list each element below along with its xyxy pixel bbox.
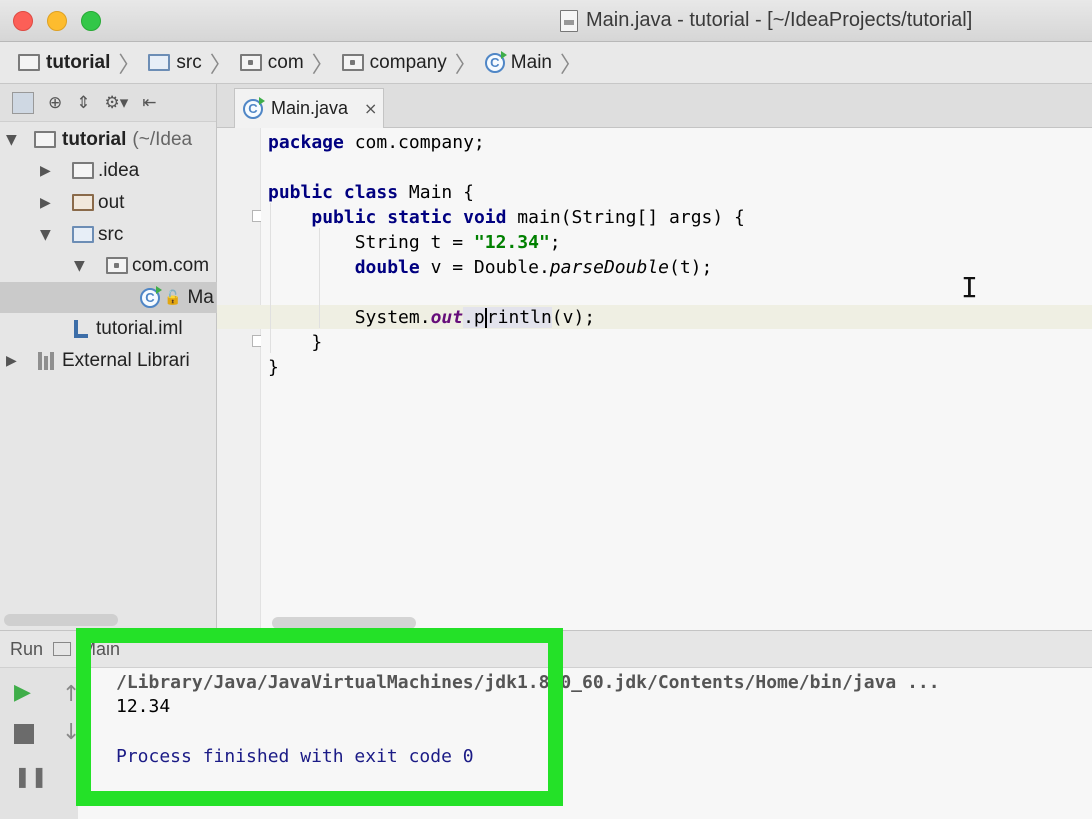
code-line-5: String t = "12.34"; [354,232,561,253]
collapse-all-icon[interactable]: ⇕ [76,93,90,113]
hide-panel-icon[interactable]: ⇤ [142,93,156,113]
tree-item-package[interactable]: ▼ com.com [0,250,217,281]
code-line-1: package com.company; [268,132,485,153]
tree-item-iml[interactable]: tutorial.iml [0,313,217,344]
breadcrumb-item-src[interactable]: src [148,52,202,74]
collapsed-arrow-icon[interactable]: ▶ [40,163,58,179]
minimize-window-button[interactable] [47,11,67,31]
tree-item-idea[interactable]: ▶ .idea [0,155,217,186]
run-console[interactable]: /Library/Java/JavaVirtualMachines/jdk1.8… [78,668,1092,819]
pause-icon[interactable]: ❚❚ [14,764,48,788]
module-file-icon [74,319,88,338]
chevron-right-icon: 〉 [209,52,232,78]
library-icon [38,351,56,370]
tree-item-tutorial[interactable]: ▼ tutorial (~/Idea [0,124,217,155]
package-icon [106,257,128,274]
zoom-window-button[interactable] [81,11,101,31]
expanded-arrow-icon[interactable]: ▼ [6,132,24,148]
chevron-right-icon: 〉 [454,52,477,78]
tree-item-main[interactable]: C 🔓 Ma [0,282,217,313]
project-scrollbar[interactable] [4,614,118,626]
stop-icon[interactable] [14,724,34,744]
window-title: Main.java - tutorial - [~/IdeaProjects/t… [586,9,973,31]
console-output-line: 12.34 [116,696,171,717]
source-folder-icon [72,226,94,243]
code-line-9: } [311,332,323,353]
folder-icon [18,54,40,71]
project-toolbar: ⊕ ⇕ ⚙▾ ⇤ [0,84,216,122]
project-panel: ⊕ ⇕ ⚙▾ ⇤ ▼ tutorial (~/Idea ▶ .idea ▶ ou… [0,84,217,630]
code-line-6: double v = Double.parseDouble(t); [354,257,713,278]
expanded-arrow-icon[interactable]: ▼ [74,258,92,274]
editor-tab-bar: C Main.java × [217,84,1092,128]
tree-item-external-libraries[interactable]: ▶ External Librari [0,345,217,376]
breadcrumb-item-company[interactable]: company [341,52,447,74]
window-title-group: Main.java - tutorial - [~/IdeaProjects/t… [560,9,972,32]
java-class-icon: C [484,50,507,73]
collapsed-arrow-icon[interactable]: ▶ [40,195,58,211]
chevron-right-icon: 〉 [559,52,582,78]
folder-icon [34,131,56,148]
breadcrumb-item-tutorial[interactable]: tutorial [18,52,110,74]
java-file-icon [560,9,578,32]
code-line-4: public static void main(String[] args) { [311,207,745,228]
title-bar: Main.java - tutorial - [~/IdeaProjects/t… [0,0,1092,42]
gear-icon[interactable]: ⚙▾ [105,93,129,113]
folder-icon [72,162,94,179]
console-exit-message: Process finished with exit code 0 [116,746,474,767]
collapsed-arrow-icon[interactable]: ▶ [6,353,24,369]
expanded-arrow-icon[interactable]: ▼ [40,227,58,243]
run-toolbar: ▶ ❚❚ ↑ ↓ [0,668,80,819]
chevron-right-icon: 〉 [118,52,141,78]
code-line-10: } [268,357,279,378]
ibeam-cursor-icon: I [961,271,978,304]
run-config-icon [53,642,72,656]
breadcrumb-item-main[interactable]: C Main [484,50,552,74]
package-icon [341,54,364,71]
source-folder-icon [148,54,171,71]
run-panel-label[interactable]: Run [10,639,43,660]
java-class-icon: C [140,285,162,308]
tree-item-src[interactable]: ▼ src [0,219,217,250]
editor-scrollbar[interactable] [272,617,416,629]
code-line-3: public class Main { [268,182,474,203]
breadcrumb-item-com[interactable]: com [239,52,304,74]
breadcrumb: tutorial 〉 src 〉 com 〉 company 〉 C Main … [0,42,1092,84]
editor-gutter [217,128,263,630]
run-panel-header: Run Main [0,630,1092,668]
close-icon[interactable]: × [364,99,377,118]
run-config-label[interactable]: Main [81,639,120,660]
package-icon [239,54,262,71]
code-editor[interactable]: package com.company; public class Main {… [217,128,1092,630]
java-class-icon: C [243,96,265,119]
tree-item-out[interactable]: ▶ out [0,187,217,218]
lock-icon: 🔓 [164,289,182,305]
project-view-icon[interactable] [12,91,34,114]
console-command-line: /Library/Java/JavaVirtualMachines/jdk1.8… [116,672,940,693]
tab-main-java[interactable]: C Main.java × [234,88,384,128]
close-window-button[interactable] [13,11,33,31]
code-line-8: System.out.p rintln(v); [354,307,596,328]
chevron-right-icon: 〉 [311,52,334,78]
excluded-folder-icon [72,194,94,211]
locate-icon[interactable]: ⊕ [48,93,62,113]
rerun-icon[interactable]: ▶ [14,680,31,705]
